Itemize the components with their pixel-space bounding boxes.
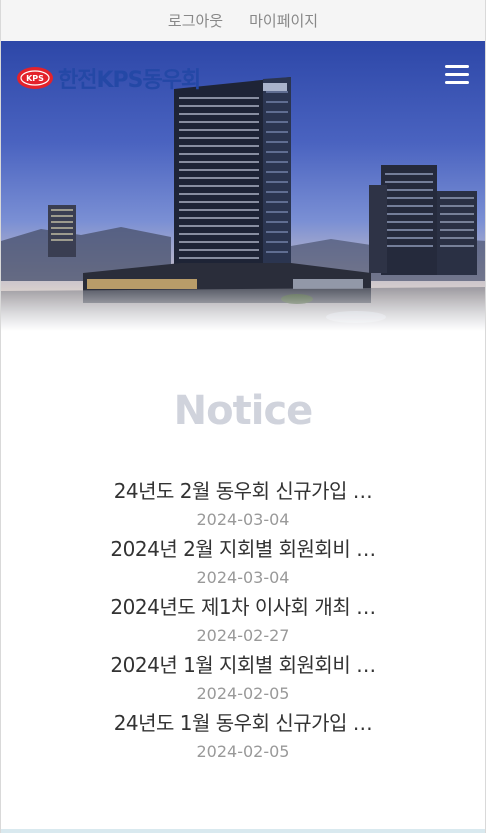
notice-item-title[interactable]: 2024년도 제1차 이사회 개최 … bbox=[1, 591, 485, 623]
notice-item-date: 2024-03-04 bbox=[196, 510, 290, 529]
notice-item-date: 2024-02-27 bbox=[196, 626, 290, 645]
notice-list-item[interactable]: 2024년 1월 지회별 회원회비 … 2024-02-05 bbox=[1, 649, 485, 707]
hero-banner: KPS 한전KPS동우회 bbox=[1, 41, 485, 331]
notice-list-item[interactable]: 2024년 2월 지회별 회원회비 … 2024-03-04 bbox=[1, 533, 485, 591]
site-logo[interactable]: KPS 한전KPS동우회 bbox=[16, 62, 201, 94]
hamburger-icon-line bbox=[445, 65, 469, 68]
mypage-link[interactable]: 마이페이지 bbox=[249, 10, 318, 31]
notice-item-date: 2024-02-05 bbox=[196, 742, 290, 761]
logout-link[interactable]: 로그아웃 bbox=[168, 10, 223, 31]
logo-mark-text: KPS bbox=[26, 74, 44, 83]
notice-item-title[interactable]: 2024년 2월 지회별 회원회비 … bbox=[1, 533, 485, 565]
logo-text: 한전KPS동우회 bbox=[58, 68, 201, 93]
notice-list-item[interactable]: 24년도 2월 동우회 신규가입 … 2024-03-04 bbox=[1, 475, 485, 533]
hamburger-icon-line bbox=[445, 81, 469, 84]
hamburger-icon-line bbox=[445, 73, 469, 76]
notice-item-date: 2024-03-04 bbox=[196, 568, 290, 587]
hamburger-menu-button[interactable] bbox=[445, 65, 469, 85]
notice-list: 24년도 2월 동우회 신규가입 … 2024-03-04 2024년 2월 지… bbox=[1, 475, 485, 765]
kps-logo-icon: KPS bbox=[17, 67, 53, 89]
page: 로그아웃 마이페이지 KPS 한전KPS동우회 Notice 24년도 2월 동… bbox=[0, 0, 486, 833]
notice-heading: Notice bbox=[173, 388, 314, 434]
notice-list-item[interactable]: 2024년도 제1차 이사회 개최 … 2024-02-27 bbox=[1, 591, 485, 649]
notice-item-title[interactable]: 24년도 2월 동우회 신규가입 … bbox=[1, 475, 485, 507]
top-utility-bar: 로그아웃 마이페이지 bbox=[1, 0, 485, 41]
notice-section: Notice 24년도 2월 동우회 신규가입 … 2024-03-04 202… bbox=[1, 387, 485, 765]
notice-item-title[interactable]: 24년도 1월 동우회 신규가입 … bbox=[1, 707, 485, 739]
notice-item-title[interactable]: 2024년 1월 지회별 회원회비 … bbox=[1, 649, 485, 681]
notice-list-item[interactable]: 24년도 1월 동우회 신규가입 … 2024-02-05 bbox=[1, 707, 485, 765]
notice-item-date: 2024-02-05 bbox=[196, 684, 290, 703]
bottom-divider bbox=[1, 829, 485, 833]
